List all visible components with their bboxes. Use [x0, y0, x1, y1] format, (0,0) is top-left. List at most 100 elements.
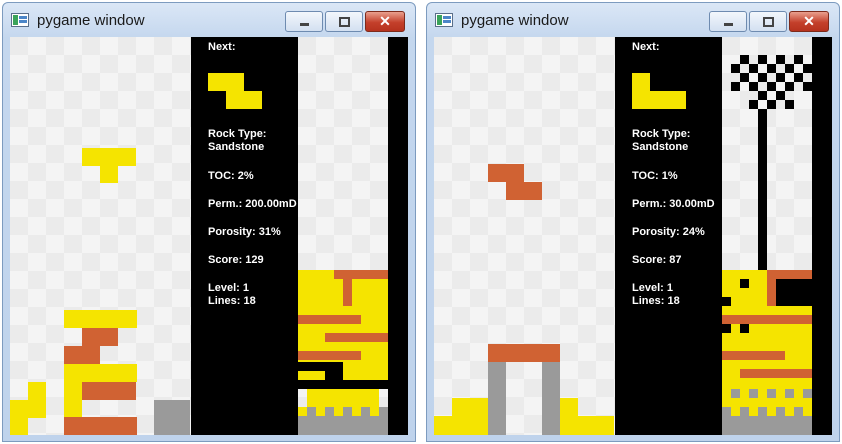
level-value: Level: 1 [632, 282, 673, 294]
stack-block [560, 416, 614, 435]
core-layer [298, 407, 388, 416]
core-layer [722, 389, 812, 398]
minimize-button[interactable] [709, 11, 747, 32]
toc-value: TOC: 2% [208, 170, 254, 182]
core-sample-column [722, 37, 812, 435]
falling-s-piece [488, 164, 524, 182]
core-layer [767, 279, 776, 306]
core-layer [731, 324, 740, 333]
rock-type-label: Rock Type: [208, 128, 267, 140]
permeability-value: Perm.: 30.00mD [632, 198, 715, 210]
rock-type-value: Sandstone [632, 141, 689, 153]
maximize-button[interactable] [325, 11, 363, 32]
minimize-button[interactable] [285, 11, 323, 32]
pygame-app-icon [435, 13, 453, 27]
porosity-value: Porosity: 24% [632, 226, 705, 238]
maximize-icon [338, 16, 350, 27]
stack-block [64, 400, 82, 418]
falling-t-piece-stem [100, 166, 118, 183]
stack-block [28, 382, 46, 400]
stack-block [560, 398, 578, 416]
stack-block [10, 417, 28, 435]
stack-block [64, 364, 137, 382]
minimize-icon [723, 22, 733, 26]
stack-block [452, 398, 488, 416]
next-label: Next: [208, 41, 236, 53]
maximize-icon [762, 16, 774, 27]
game-window-2: pygame window ✕ Next: Rock Type: Sandsto… [426, 2, 840, 442]
stack-block [82, 328, 118, 346]
title-bar[interactable]: pygame window ✕ [427, 3, 839, 37]
core-layer [740, 369, 812, 378]
lines-value: Lines: 18 [632, 295, 680, 307]
close-icon: ✕ [803, 13, 815, 29]
core-layer [776, 279, 812, 306]
next-piece-cell [632, 91, 686, 109]
game-window-1: pygame window ✕ Next: Rock Type: Sandsto… [2, 2, 416, 442]
score-value: Score: 129 [208, 254, 264, 266]
core-layer [740, 279, 749, 288]
drill-bit [749, 91, 794, 109]
core-sample-column [298, 37, 388, 435]
window-title: pygame window [461, 12, 569, 29]
close-icon: ✕ [379, 13, 391, 29]
stack-block [434, 416, 488, 435]
drill-pipe [758, 109, 767, 274]
permeability-value: Perm.: 200.00mD [208, 198, 297, 210]
right-border [388, 37, 408, 435]
core-layer [722, 407, 812, 416]
info-panel: Next: Rock Type: Sandstone TOC: 1% Perm.… [615, 37, 722, 435]
window-title: pygame window [37, 12, 145, 29]
next-piece-cell [208, 73, 244, 91]
next-label: Next: [632, 41, 660, 53]
core-layer [343, 279, 352, 306]
core-layer [325, 333, 388, 342]
core-layer [298, 380, 388, 389]
core-layer [298, 315, 361, 324]
stack-block [154, 400, 190, 435]
close-button[interactable]: ✕ [789, 11, 829, 32]
maximize-button[interactable] [749, 11, 787, 32]
level-value: Level: 1 [208, 282, 249, 294]
next-piece-cell [632, 73, 650, 91]
pygame-app-icon [11, 13, 29, 27]
right-border [812, 37, 832, 435]
stack-block [82, 382, 136, 400]
falling-s-piece [506, 182, 542, 200]
porosity-value: Porosity: 31% [208, 226, 281, 238]
toc-value: TOC: 1% [632, 170, 678, 182]
stack-block [488, 362, 506, 435]
falling-t-piece [82, 148, 136, 166]
stack-block [64, 382, 82, 400]
stack-block [488, 344, 560, 362]
core-layer [298, 351, 361, 360]
game-canvas[interactable]: Next: Rock Type: Sandstone TOC: 1% Perm.… [434, 37, 832, 435]
core-layer [334, 270, 388, 279]
stack-block [542, 362, 560, 435]
drill-bit [731, 55, 812, 91]
core-layer [307, 371, 316, 380]
core-layer [722, 351, 785, 360]
info-panel: Next: Rock Type: Sandstone TOC: 2% Perm.… [191, 37, 298, 435]
rock-type-value: Sandstone [208, 141, 265, 153]
game-canvas[interactable]: Next: Rock Type: Sandstone TOC: 2% Perm.… [10, 37, 408, 435]
core-layer [298, 416, 388, 435]
lines-value: Lines: 18 [208, 295, 256, 307]
close-button[interactable]: ✕ [365, 11, 405, 32]
stack-block [10, 400, 46, 418]
core-layer [298, 362, 343, 371]
core-layer [722, 315, 812, 324]
stack-block [64, 346, 100, 364]
core-layer [325, 371, 343, 380]
core-layer [722, 297, 731, 306]
stack-block [64, 310, 137, 328]
next-piece-cell [226, 91, 262, 109]
rock-type-label: Rock Type: [632, 128, 691, 140]
score-value: Score: 87 [632, 254, 682, 266]
core-layer [722, 416, 812, 435]
minimize-icon [299, 22, 309, 26]
core-layer [767, 270, 812, 279]
core-layer [307, 389, 379, 407]
title-bar[interactable]: pygame window ✕ [3, 3, 415, 37]
stack-block [64, 417, 137, 435]
